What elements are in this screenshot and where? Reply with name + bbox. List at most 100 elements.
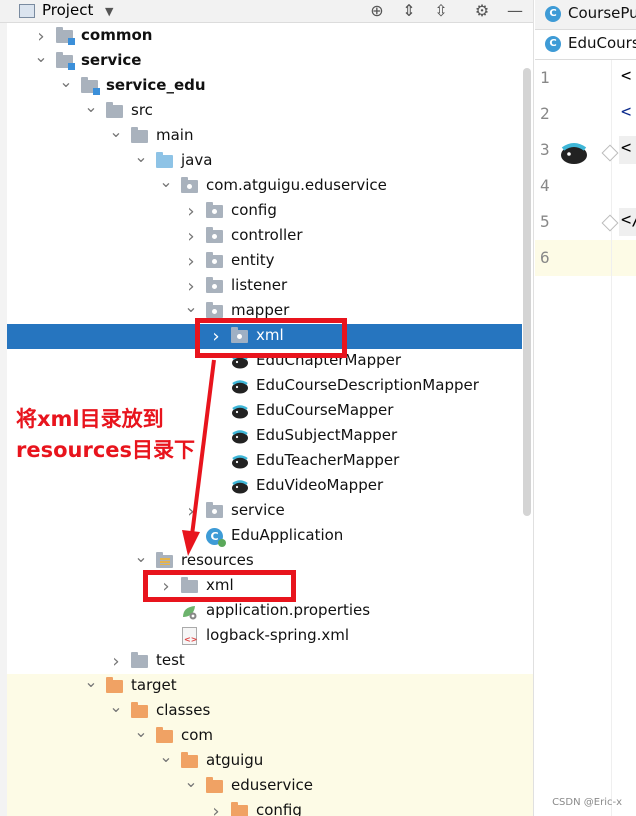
chevron-down-icon[interactable]: ⌄ bbox=[34, 49, 48, 74]
collapse-all-icon[interactable]: ⇳ bbox=[431, 0, 451, 22]
minimize-icon[interactable]: — bbox=[505, 0, 525, 22]
tree-item-label: EduCourseMapper bbox=[256, 401, 394, 419]
editor-line: 5 </ bbox=[535, 204, 636, 240]
tree-item-entity[interactable]: › entity bbox=[7, 249, 522, 274]
chevron-down-icon[interactable]: ⌄ bbox=[109, 124, 123, 149]
mybatis-mapper-icon bbox=[232, 380, 248, 394]
module-folder-icon bbox=[56, 27, 75, 45]
chevron-right-icon[interactable]: › bbox=[34, 24, 48, 49]
mybatis-gutter-icon[interactable] bbox=[559, 139, 589, 165]
chevron-right-icon[interactable]: › bbox=[184, 499, 198, 524]
tree-item-eduvideomapper[interactable]: EduVideoMapper bbox=[7, 474, 522, 499]
project-view-title[interactable]: Project bbox=[42, 1, 93, 19]
excluded-folder-icon bbox=[131, 702, 148, 718]
pane-divider[interactable] bbox=[533, 0, 534, 816]
editor-line: 4 bbox=[535, 168, 636, 204]
package-icon bbox=[206, 252, 223, 268]
chevron-down-icon[interactable]: ⌄ bbox=[109, 699, 123, 724]
tree-scrollbar[interactable] bbox=[523, 68, 531, 516]
tab-educourse[interactable]: C EduCours bbox=[535, 30, 636, 60]
tree-item-service[interactable]: ⌄ service bbox=[7, 49, 522, 74]
code-editor[interactable]: 1 < 2 < 3 < 4 5 </ 6 bbox=[535, 60, 636, 816]
line-code[interactable]: < bbox=[621, 66, 631, 86]
tab-label: CoursePu bbox=[568, 4, 636, 22]
properties-file-icon bbox=[183, 606, 197, 620]
tree-item-label: test bbox=[156, 651, 185, 669]
tree-item-label: config bbox=[231, 201, 277, 219]
tree-item-config[interactable]: › config bbox=[7, 199, 522, 224]
target-icon[interactable]: ⊕ bbox=[367, 0, 387, 22]
package-icon bbox=[206, 277, 223, 293]
tree-item-label: EduTeacherMapper bbox=[256, 451, 400, 469]
mybatis-mapper-icon bbox=[232, 430, 248, 444]
tree-item-eduapplication[interactable]: C EduApplication bbox=[7, 524, 522, 549]
watermark: CSDN @Eric-x bbox=[552, 797, 622, 808]
xml-file-icon bbox=[182, 627, 197, 645]
tree-item-application-properties[interactable]: application.properties bbox=[7, 599, 522, 624]
chevron-down-icon[interactable]: ⌄ bbox=[184, 774, 198, 799]
tree-item-service[interactable]: › service bbox=[7, 499, 522, 524]
chevron-right-icon[interactable]: › bbox=[184, 199, 198, 224]
chevron-right-icon[interactable]: › bbox=[184, 224, 198, 249]
class-icon: C bbox=[545, 36, 561, 52]
chevron-right-icon[interactable]: › bbox=[184, 249, 198, 274]
tree-item-common[interactable]: › common bbox=[7, 24, 522, 49]
chevron-down-icon[interactable]: ⌄ bbox=[84, 674, 98, 699]
tree-item-java[interactable]: ⌄ java bbox=[7, 149, 522, 174]
tree-item-controller[interactable]: › controller bbox=[7, 224, 522, 249]
line-number: 3 bbox=[540, 140, 550, 159]
excluded-folder-icon bbox=[206, 777, 223, 793]
chevron-down-icon[interactable]: ▼ bbox=[105, 5, 113, 18]
line-code[interactable]: < bbox=[621, 102, 631, 122]
line-number: 6 bbox=[540, 248, 550, 267]
tree-item-label: classes bbox=[156, 701, 211, 719]
tree-item-com[interactable]: ⌄ com bbox=[7, 724, 534, 749]
tree-item-com-atguigu-eduservice[interactable]: ⌄ com.atguigu.eduservice bbox=[7, 174, 522, 199]
tree-item-label: config bbox=[256, 801, 302, 816]
chevron-down-icon[interactable]: ⌄ bbox=[59, 74, 73, 99]
chevron-down-icon[interactable]: ⌄ bbox=[134, 149, 148, 174]
tree-item-main[interactable]: ⌄ main bbox=[7, 124, 522, 149]
tree-item-label: controller bbox=[231, 226, 303, 244]
chevron-right-icon[interactable]: › bbox=[184, 274, 198, 299]
tree-item-atguigu[interactable]: ⌄ atguigu bbox=[7, 749, 534, 774]
package-icon bbox=[206, 227, 223, 243]
tab-coursepublish[interactable]: C CoursePu bbox=[535, 0, 636, 30]
mybatis-mapper-icon bbox=[232, 405, 248, 419]
chevron-right-icon[interactable]: › bbox=[209, 799, 223, 816]
line-number: 4 bbox=[540, 176, 550, 195]
settings-icon[interactable]: ⚙ bbox=[472, 0, 492, 22]
line-code[interactable]: < bbox=[621, 138, 631, 158]
tree-item-test[interactable]: › test bbox=[7, 649, 522, 674]
mybatis-mapper-icon bbox=[232, 480, 248, 494]
tree-item-label: application.properties bbox=[206, 601, 371, 619]
tree-item-eduservice[interactable]: ⌄ eduservice bbox=[7, 774, 534, 799]
tree-item-target[interactable]: ⌄ target bbox=[7, 674, 534, 699]
chevron-right-icon[interactable]: › bbox=[109, 649, 123, 674]
tree-item-classes[interactable]: ⌄ classes bbox=[7, 699, 534, 724]
chevron-down-icon[interactable]: ⌄ bbox=[159, 749, 173, 774]
tree-item-src[interactable]: ⌄ src bbox=[7, 99, 522, 124]
project-header: Project ▼ ⊕ ⇕ ⇳ ⚙ — bbox=[0, 0, 534, 23]
annotation-text: 将xml目录放到 resources目录下 bbox=[16, 404, 195, 466]
tree-item-label: service bbox=[81, 51, 142, 69]
tree-item-label: atguigu bbox=[206, 751, 264, 769]
editor-line-current: 6 bbox=[535, 240, 636, 276]
expand-all-icon[interactable]: ⇕ bbox=[399, 0, 419, 22]
line-code[interactable]: </ bbox=[621, 210, 636, 230]
package-icon bbox=[206, 502, 223, 518]
chevron-down-icon[interactable]: ⌄ bbox=[134, 724, 148, 749]
tree-item-service-edu[interactable]: ⌄ service_edu bbox=[7, 74, 522, 99]
tree-item-logback-spring-xml[interactable]: logback-spring.xml bbox=[7, 624, 522, 649]
tree-item-config[interactable]: › config bbox=[7, 799, 534, 816]
tree-item-listener[interactable]: › listener bbox=[7, 274, 522, 299]
tree-item-educoursedescriptionmapper[interactable]: EduCourseDescriptionMapper bbox=[7, 374, 522, 399]
tree-item-label: target bbox=[131, 676, 177, 694]
editor-pane: C CoursePu C EduCours 1 < 2 < 3 < 4 5 < … bbox=[535, 0, 636, 816]
class-icon: C bbox=[545, 6, 561, 22]
tree-item-label: com bbox=[181, 726, 214, 744]
project-view-icon bbox=[19, 4, 35, 18]
package-icon bbox=[206, 202, 223, 218]
chevron-down-icon[interactable]: ⌄ bbox=[84, 99, 98, 124]
chevron-down-icon[interactable]: ⌄ bbox=[159, 174, 173, 199]
